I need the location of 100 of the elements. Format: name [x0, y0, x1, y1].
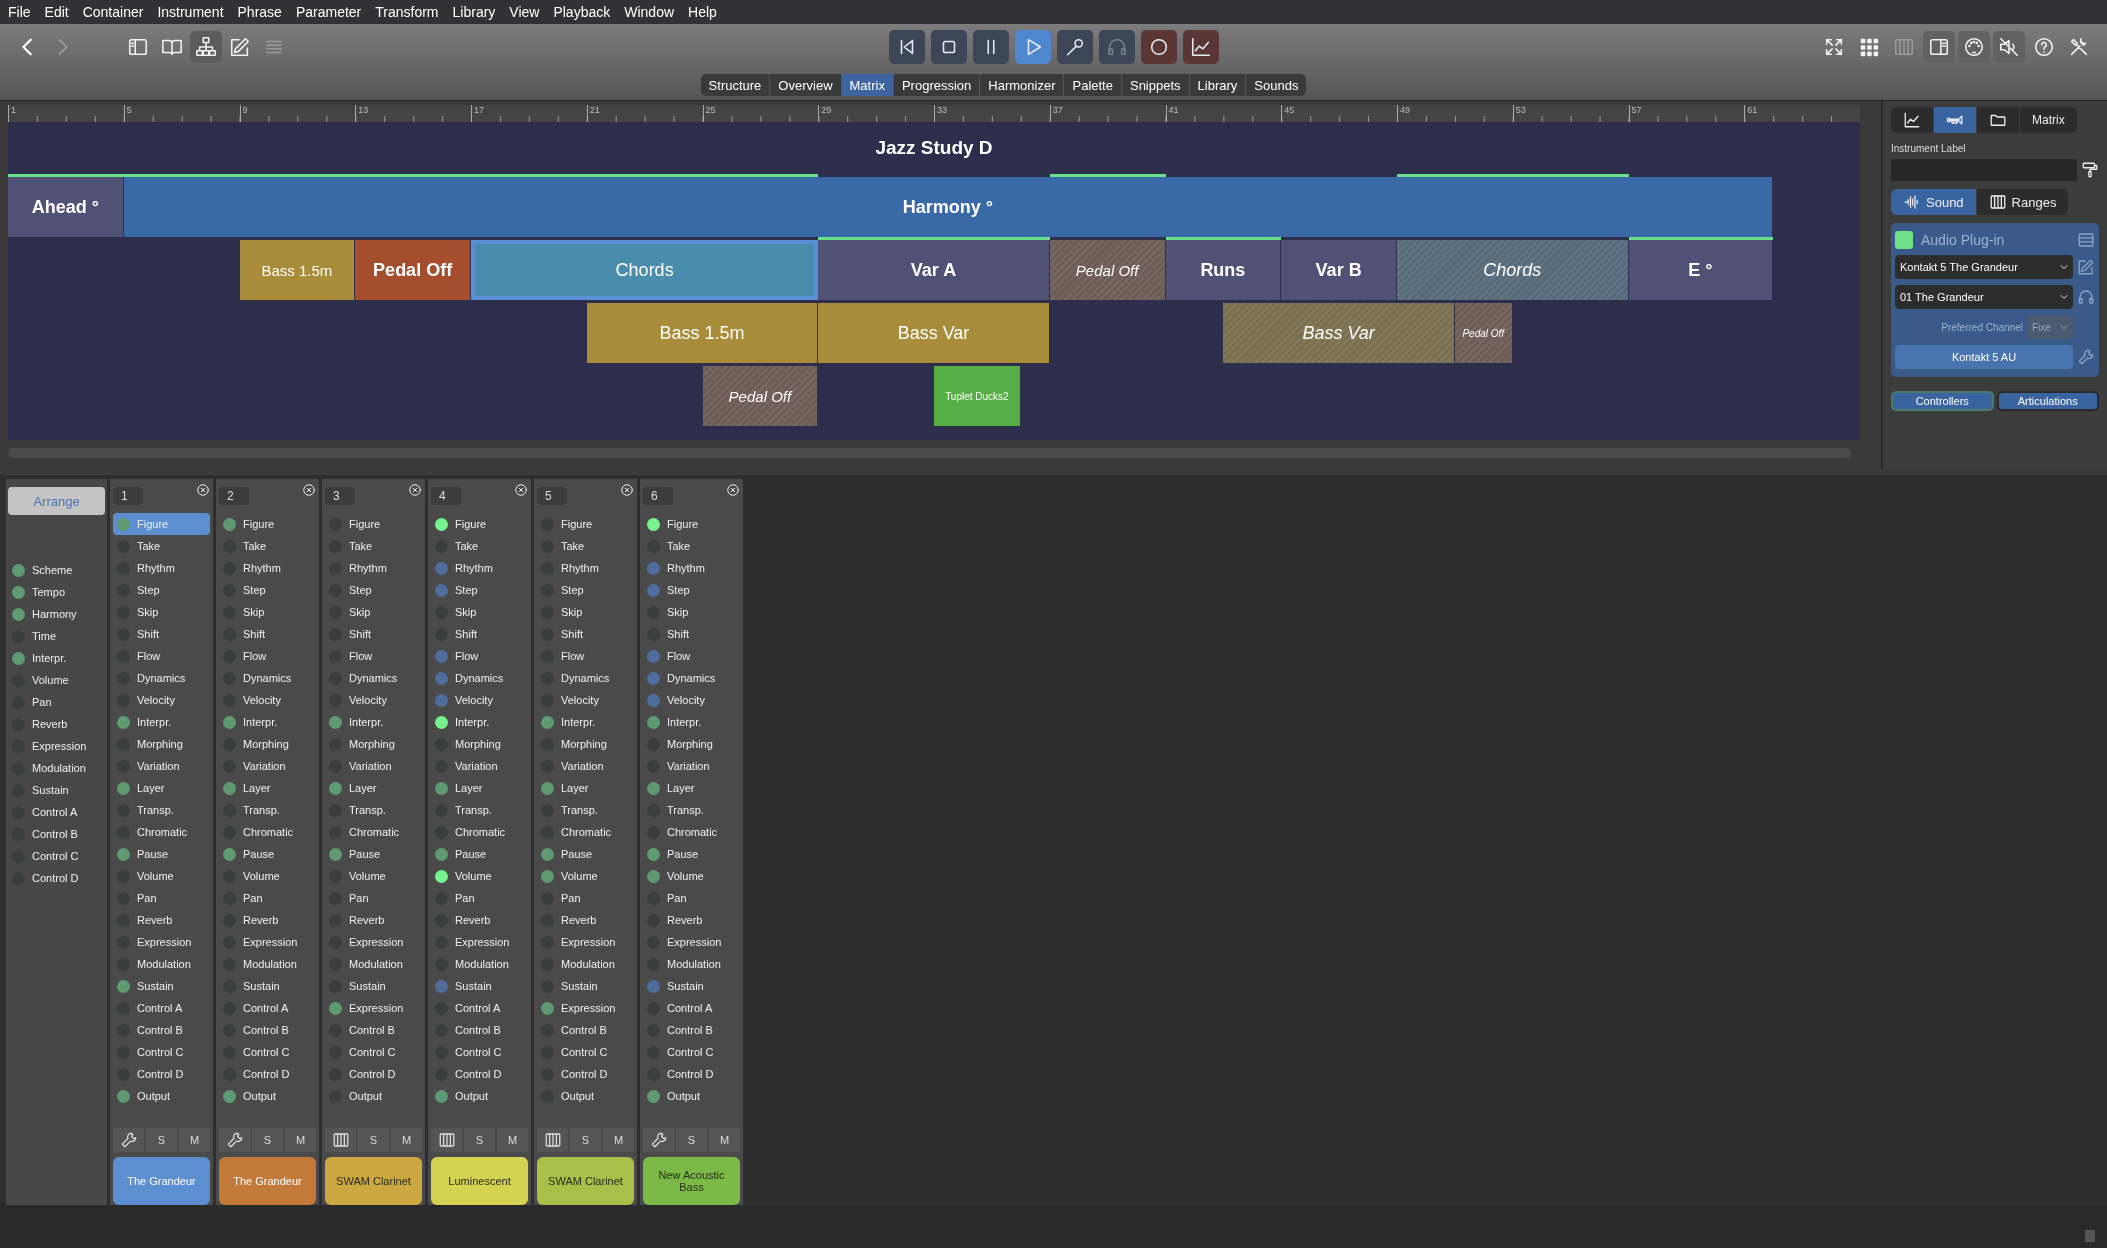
status-dot[interactable] [541, 869, 554, 883]
view-tab[interactable]: Structure [700, 74, 771, 96]
mute-button[interactable] [1993, 31, 2025, 63]
status-dot[interactable] [541, 1001, 554, 1015]
microphone-button[interactable] [1056, 30, 1093, 64]
phrase-block[interactable]: Pedal Off [1454, 303, 1513, 363]
timeline-ruler[interactable]: 1 5 9 13 17 21 25 29 33 37 41 45 49 53 57 61 [8, 105, 1860, 122]
status-dot[interactable] [647, 671, 660, 685]
status-dot[interactable] [647, 693, 660, 707]
mute-button[interactable]: M [603, 1128, 634, 1152]
wrench-button[interactable] [643, 1128, 674, 1152]
status-dot[interactable] [117, 979, 130, 993]
status-dot[interactable] [329, 847, 342, 861]
status-dot[interactable] [223, 1089, 236, 1103]
close-button[interactable] [620, 483, 634, 497]
keyboard-button[interactable] [431, 1128, 462, 1152]
phrase-block[interactable]: Pedal Off [355, 240, 471, 300]
instrument-button[interactable]: SWAM Clarinet [537, 1157, 634, 1205]
mute-button[interactable]: M [179, 1128, 210, 1152]
chart-tab[interactable] [1891, 107, 1933, 133]
stop-button[interactable] [930, 30, 967, 64]
close-button[interactable] [302, 483, 316, 497]
status-dot[interactable] [435, 979, 448, 993]
status-dot[interactable] [223, 715, 236, 729]
status-dot[interactable] [647, 979, 660, 993]
connector-button[interactable] [1958, 31, 1990, 63]
status-dot[interactable] [223, 781, 236, 795]
folder-tab[interactable] [1977, 107, 2019, 133]
status-dot[interactable] [435, 583, 448, 597]
inspector-button[interactable]: Articulations [1996, 391, 2099, 411]
instrument-select[interactable]: Kontakt 5 The Grandeur [1895, 255, 2073, 279]
status-dot[interactable] [647, 517, 660, 531]
status-dot[interactable] [541, 781, 554, 795]
phrase-block[interactable]: Bass Var [1223, 303, 1455, 363]
close-button[interactable] [726, 483, 740, 497]
color-swatch[interactable] [1895, 231, 1913, 249]
status-dot[interactable] [647, 561, 660, 575]
status-dot[interactable] [329, 1001, 342, 1015]
inspector-button[interactable]: Controllers [1891, 391, 1994, 411]
status-dot[interactable] [435, 649, 448, 663]
status-dot[interactable] [647, 649, 660, 663]
status-dot[interactable] [117, 715, 130, 729]
hierarchy-button[interactable] [190, 31, 222, 63]
view-tab[interactable]: Snippets [1121, 74, 1190, 96]
menu-item[interactable]: Instrument [157, 4, 224, 20]
phrase-block[interactable]: Bass 1.5m [586, 303, 819, 363]
view-tab[interactable]: Matrix [841, 74, 894, 96]
keyboard-button[interactable] [325, 1128, 356, 1152]
status-dot[interactable] [647, 847, 660, 861]
menu-item[interactable]: Edit [44, 4, 69, 20]
solo-button[interactable]: S [358, 1128, 389, 1152]
phrase-block[interactable]: Runs [1165, 240, 1282, 300]
status-dot[interactable] [329, 781, 342, 795]
status-dot[interactable] [435, 869, 448, 883]
close-button[interactable] [196, 483, 210, 497]
view-tab[interactable]: Harmonizer [980, 74, 1065, 96]
status-dot[interactable] [12, 607, 25, 621]
mute-button[interactable]: M [497, 1128, 528, 1152]
phrase-block[interactable]: Pedal Off [702, 366, 819, 426]
status-dot[interactable] [647, 869, 660, 883]
view-tab[interactable]: Palette [1064, 74, 1122, 96]
menu-item[interactable]: Container [82, 4, 144, 20]
record-button[interactable] [1140, 30, 1177, 64]
status-dot[interactable] [541, 715, 554, 729]
skip-back-button[interactable] [888, 30, 925, 64]
phrase-block[interactable]: Harmony ° [123, 177, 1774, 237]
phrase-block[interactable]: Pedal Off [1049, 240, 1166, 300]
status-dot[interactable] [329, 715, 342, 729]
status-dot[interactable] [435, 517, 448, 531]
view-tab[interactable]: Sounds [1246, 74, 1307, 96]
status-dot[interactable] [12, 563, 25, 577]
status-dot[interactable] [647, 781, 660, 795]
status-dot[interactable] [647, 583, 660, 597]
program-select[interactable]: 01 The Grandeur [1895, 285, 2073, 309]
view-tab[interactable]: Progression [893, 74, 981, 96]
phrase-block[interactable]: Chords [471, 240, 819, 300]
menu-item[interactable]: Playback [553, 4, 611, 20]
wrench-button[interactable] [113, 1128, 144, 1152]
close-button[interactable] [408, 483, 422, 497]
solo-button[interactable]: S [252, 1128, 283, 1152]
scroll-handle[interactable] [2085, 1230, 2095, 1242]
close-button[interactable] [514, 483, 528, 497]
instrument-button[interactable]: Luminescent [431, 1157, 528, 1205]
status-dot[interactable] [435, 693, 448, 707]
status-dot[interactable] [12, 651, 25, 665]
instrument-button[interactable]: SWAM Clarinet [325, 1157, 422, 1205]
graph-button[interactable] [1182, 30, 1219, 64]
status-dot[interactable] [117, 847, 130, 861]
status-dot[interactable] [647, 715, 660, 729]
menu-item[interactable]: View [509, 4, 540, 20]
sound-tab[interactable]: Ranges [1976, 189, 2069, 215]
status-dot[interactable] [12, 585, 25, 599]
status-dot[interactable] [117, 781, 130, 795]
status-dot[interactable] [435, 561, 448, 575]
status-dot[interactable] [435, 847, 448, 861]
status-dot[interactable] [435, 671, 448, 685]
keyboard-button[interactable] [537, 1128, 568, 1152]
status-dot[interactable] [223, 517, 236, 531]
solo-button[interactable]: S [464, 1128, 495, 1152]
status-dot[interactable] [435, 715, 448, 729]
